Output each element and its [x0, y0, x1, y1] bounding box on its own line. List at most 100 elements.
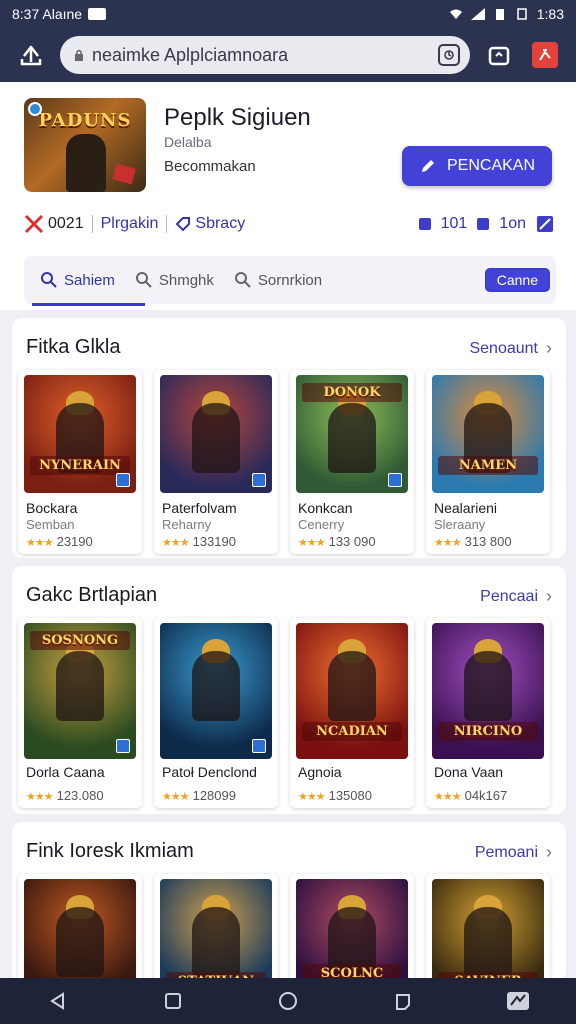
app-meta-row: 0021 Plrgakin Sbracy 101 1on	[24, 212, 554, 236]
section-title: Fink Ioresk Ikmiam	[26, 840, 194, 862]
section-new: Fink Ioresk Ikmiam Pemoani › STATIUAN SC…	[12, 822, 566, 982]
see-all-link[interactable]: Senoaunt ›	[469, 338, 552, 359]
extension-icon	[532, 42, 558, 68]
section-featured: Fitka Glkla Senoaunt › NYNERAIN Bockara …	[12, 318, 566, 558]
game-card-art: NIRCINO	[432, 623, 544, 759]
game-card-art	[160, 623, 272, 759]
back-button[interactable]	[38, 981, 78, 1021]
url-bar[interactable]: neaimke Aplplciamnoara	[60, 36, 470, 74]
back-triangle-icon	[49, 992, 64, 1010]
see-all-link[interactable]: Pencaai ›	[480, 586, 552, 607]
expand-icon[interactable]	[536, 215, 554, 233]
game-card[interactable]: DONOK Konkcan Cenerry ★★★ 133 090	[290, 370, 414, 554]
game-card-subtitle: Semban	[26, 517, 75, 532]
timer-button[interactable]	[438, 44, 460, 66]
section-popular: Gakc Brtlapian Pencaai › SOSNONG Dorla C…	[12, 566, 566, 814]
star-rating-icon: ★★★	[298, 536, 326, 549]
home-square-button[interactable]	[153, 981, 193, 1021]
expand-icon	[116, 473, 130, 487]
game-card-art-title: DONOK	[302, 383, 402, 402]
game-card-rating: ★★★ 128099	[162, 788, 236, 803]
signal-icon	[470, 8, 485, 20]
privacy-meta-label: Sbracy	[195, 215, 246, 232]
star-rating-icon: ★★★	[298, 790, 326, 803]
game-card-downloads: 133 090	[328, 534, 376, 549]
install-button[interactable]: PENCAKAN	[402, 146, 552, 186]
lock-icon	[75, 49, 83, 61]
tab-2[interactable]: Shmghk	[125, 256, 224, 304]
game-card-rating: ★★★ 133 090	[298, 534, 376, 549]
game-card[interactable]: Paterfolvam Reharny ★★★ 133190	[154, 370, 278, 554]
expand-icon	[116, 739, 130, 753]
search-icon	[135, 272, 152, 288]
game-card[interactable]: STATIUAN	[154, 874, 278, 982]
warrior-figure	[66, 134, 106, 192]
search-icon	[234, 272, 251, 288]
game-card-art: SAVINER	[432, 879, 544, 982]
search-icon	[41, 272, 57, 288]
url-text: neaimke Aplplciamnoara	[92, 44, 289, 65]
category-meta[interactable]: Plrgakin	[101, 215, 159, 233]
game-card-name: Patoł Denclond	[162, 764, 257, 780]
game-card-downloads: 23190	[56, 534, 93, 549]
expand-icon	[252, 739, 266, 753]
game-card[interactable]: SAVINER	[426, 874, 550, 982]
app-title: Peplk Sigiuen	[164, 104, 311, 131]
game-card[interactable]: Patoł Denclond ★★★ 128099	[154, 618, 278, 808]
game-card-art	[160, 375, 272, 493]
game-card-art: NCADIAN	[296, 623, 408, 759]
expand-icon	[388, 473, 402, 487]
tab-action-button[interactable]: Canne	[484, 268, 550, 292]
game-card-downloads: 128099	[192, 788, 236, 803]
app-icon-image[interactable]: PADUNS	[24, 98, 146, 192]
game-card-art-title: NYNERAIN	[30, 456, 130, 475]
extension-button[interactable]	[528, 38, 562, 72]
see-all-label: Pemoani	[474, 843, 538, 861]
divider	[91, 215, 93, 233]
game-card-name: Bockara	[26, 500, 78, 516]
card-row: STATIUAN SCOLNC SAVINER	[18, 874, 550, 982]
pencil-icon	[421, 160, 434, 172]
game-card-name: Dorla Caana	[26, 764, 105, 780]
category-meta-label: Plrgakin	[100, 215, 159, 232]
tab-1[interactable]: Sahiem	[30, 256, 145, 306]
home-button[interactable]	[268, 981, 308, 1021]
tabs-button[interactable]	[482, 38, 516, 72]
rating-meta: 0021	[24, 214, 84, 234]
game-card-art-title: NIRCINO	[438, 722, 538, 741]
game-card-downloads: 313 800	[464, 534, 512, 549]
meta-right-count-2: 1on	[499, 215, 526, 232]
app-header: PADUNS Peplk Sigiuen Delalba Becommakan …	[0, 82, 576, 310]
game-card-name: Dona Vaan	[434, 764, 504, 780]
wifi-icon	[449, 9, 462, 19]
share-button[interactable]	[14, 38, 48, 72]
star-rating-icon: ★★★	[26, 536, 54, 549]
game-card[interactable]: NAMEN Nealarieni Sleraany ★★★ 313 800	[426, 370, 550, 554]
game-card[interactable]: SCOLNC	[290, 874, 414, 982]
game-card[interactable]: NYNERAIN Bockara Semban ★★★ 23190	[18, 370, 142, 554]
game-card-subtitle: Cenerry	[298, 517, 345, 532]
section-title: Fitka Glkla	[26, 336, 121, 358]
gem-icon	[112, 163, 136, 185]
tabs-icon	[488, 46, 510, 66]
tab-3[interactable]: Sornrkion	[224, 256, 332, 304]
privacy-meta[interactable]: Sbracy	[175, 215, 245, 233]
cross-icon	[24, 214, 44, 234]
game-card[interactable]: NIRCINO Dona Vaan ★★★ 04k167	[426, 618, 550, 808]
chevron-right-icon: ›	[546, 338, 552, 358]
game-card-rating: ★★★ 23190	[26, 534, 93, 549]
game-card-rating: ★★★ 133190	[162, 534, 236, 549]
star-rating-icon: ★★★	[434, 536, 462, 549]
app-developer[interactable]: Becommakan	[164, 158, 256, 175]
game-card-art-title: SOSNONG	[30, 631, 130, 650]
recents-button[interactable]	[383, 981, 423, 1021]
assistant-button[interactable]	[498, 981, 538, 1021]
see-all-link[interactable]: Pemoani ›	[475, 842, 552, 863]
assistant-icon	[507, 992, 530, 1010]
tab-3-label: Sornrkion	[257, 271, 323, 289]
star-rating-icon: ★★★	[162, 536, 190, 549]
game-card-rating: ★★★ 313 800	[434, 534, 512, 549]
game-card[interactable]: SOSNONG Dorla Caana ★★★ 123.080	[18, 618, 142, 808]
game-card[interactable]: NCADIAN Agnoia ★★★ 135080	[290, 618, 414, 808]
game-card[interactable]	[18, 874, 142, 982]
